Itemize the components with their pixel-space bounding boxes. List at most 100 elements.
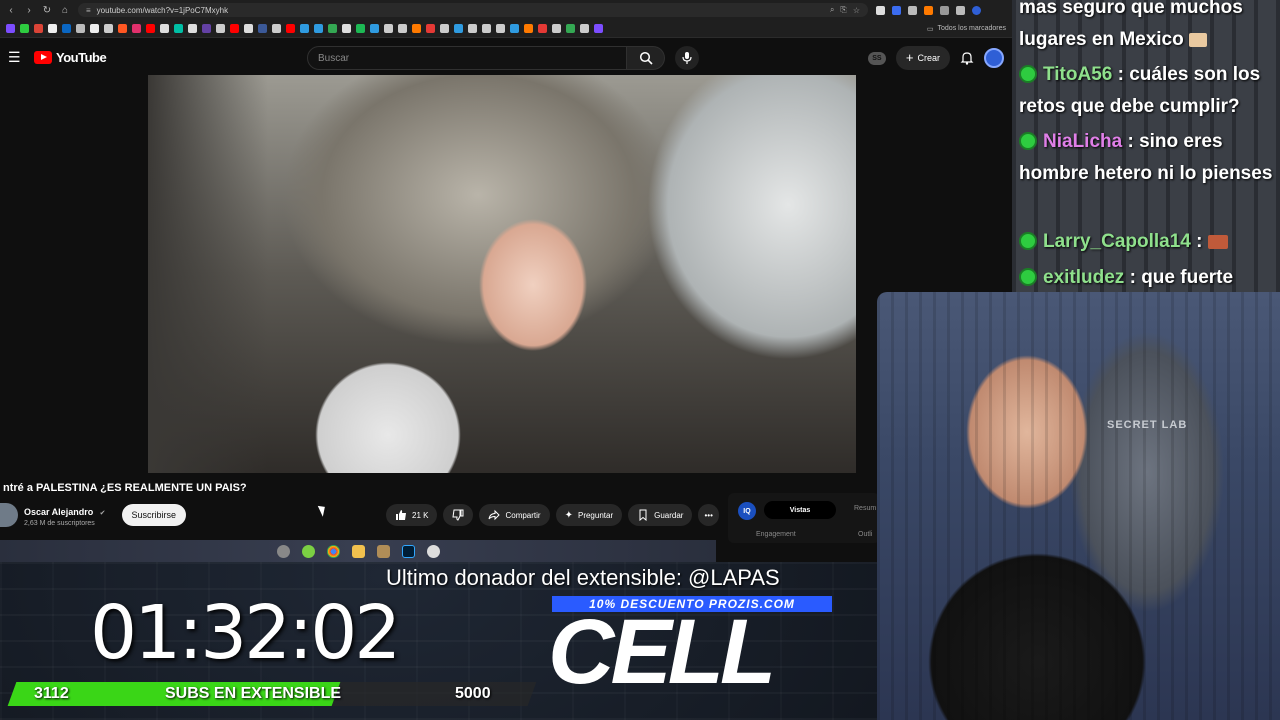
create-button[interactable]: + Crear <box>895 46 950 70</box>
subscribe-button[interactable]: Suscribirse <box>121 503 187 526</box>
file-explorer-icon[interactable] <box>351 544 365 558</box>
tab-vistas[interactable]: Vistas <box>764 501 836 519</box>
bookmark-icon[interactable] <box>538 24 547 33</box>
folder-icon: ▭ <box>926 25 934 33</box>
hamburger-menu-icon[interactable]: ☰ <box>8 49 24 66</box>
video-title: ntré a PALESTINA ¿ES REALMENTE UN PAIS? <box>3 482 247 494</box>
bookmark-star-icon[interactable]: ☆ <box>853 6 860 15</box>
chrome-icon[interactable] <box>326 544 340 558</box>
bookmark-icon[interactable] <box>202 24 211 33</box>
bookmark-icon[interactable] <box>160 24 169 33</box>
notifications-bell-icon[interactable] <box>960 51 974 65</box>
search-input[interactable] <box>307 46 627 70</box>
bookmark-icon[interactable] <box>90 24 99 33</box>
profile-icon[interactable] <box>972 5 981 15</box>
youtube-logo[interactable]: YouTube <box>34 50 107 65</box>
taskbar-app-icon[interactable] <box>276 544 290 558</box>
bookmark-icon[interactable] <box>468 24 477 33</box>
extension-icon[interactable] <box>876 5 885 15</box>
bookmark-icon[interactable] <box>356 24 365 33</box>
bookmark-icon[interactable] <box>496 24 505 33</box>
video-frame-shading <box>148 75 268 473</box>
bookmark-icon[interactable] <box>188 24 197 33</box>
bookmark-icon[interactable] <box>412 24 421 33</box>
share-button[interactable]: Compartir <box>479 504 550 526</box>
ask-button[interactable]: ✦ Preguntar <box>555 504 623 526</box>
share-icon[interactable]: ⎘ <box>840 5 846 15</box>
save-button[interactable]: Guardar <box>628 504 693 526</box>
extension-icon[interactable] <box>908 5 917 15</box>
bookmark-icon[interactable] <box>174 24 183 33</box>
bookmark-icon[interactable] <box>440 24 449 33</box>
taskbar-app-icon[interactable] <box>376 544 390 558</box>
forward-icon[interactable]: › <box>24 5 34 16</box>
bookmarks-bar: ▭ Todos los marcadores <box>0 20 1012 38</box>
bookmark-icon[interactable] <box>454 24 463 33</box>
extension-icon[interactable] <box>924 5 933 15</box>
more-actions-button[interactable]: ••• <box>698 504 719 526</box>
all-bookmarks-folder[interactable]: ▭ Todos los marcadores <box>927 25 1006 33</box>
dislike-button[interactable] <box>443 504 474 526</box>
ss-badge[interactable]: SS <box>867 51 886 65</box>
channel-avatar[interactable] <box>0 502 18 527</box>
bookmark-icon[interactable] <box>426 24 435 33</box>
bookmark-icon[interactable] <box>314 24 323 33</box>
extension-icon[interactable] <box>940 5 949 15</box>
chat-username[interactable]: Larry_Capolla14 <box>1043 231 1191 252</box>
bookmark-icon[interactable] <box>594 24 603 33</box>
reload-icon[interactable]: ↻ <box>42 5 52 16</box>
bookmark-icon[interactable] <box>104 24 113 33</box>
bookmark-icon[interactable] <box>146 24 155 33</box>
bookmark-icon[interactable] <box>258 24 267 33</box>
bookmark-icon[interactable] <box>132 24 141 33</box>
bookmark-icon[interactable] <box>216 24 225 33</box>
like-button[interactable]: 21 K <box>386 504 438 526</box>
chat-username[interactable]: TitoA56 <box>1043 64 1112 85</box>
chair-brand-logo: SECRET LAB <box>1107 419 1188 431</box>
bookmark-icon[interactable] <box>62 24 71 33</box>
chat-username[interactable]: exitludez <box>1043 267 1124 288</box>
voice-search-button[interactable] <box>675 46 699 70</box>
bookmark-icon[interactable] <box>342 24 351 33</box>
taskbar-app-icon[interactable] <box>301 544 315 558</box>
bookmark-icon[interactable] <box>482 24 491 33</box>
site-info-icon[interactable]: ≡ <box>86 6 91 15</box>
bookmark-icon[interactable] <box>286 24 295 33</box>
photoshop-icon[interactable] <box>401 544 415 558</box>
bookmark-icon[interactable] <box>6 24 15 33</box>
bookmark-icon[interactable] <box>510 24 519 33</box>
iq-badge[interactable]: IQ <box>738 502 756 520</box>
bookmark-icon[interactable] <box>398 24 407 33</box>
header-actions: SS + Crear <box>867 46 1004 70</box>
channel-name[interactable]: Oscar Alejandro <box>24 507 93 517</box>
bookmark-icon[interactable] <box>370 24 379 33</box>
bookmark-icon[interactable] <box>118 24 127 33</box>
account-avatar[interactable] <box>984 48 1004 68</box>
chat-username[interactable]: NiaLicha <box>1043 131 1122 152</box>
share-arrow-icon <box>488 509 501 521</box>
bookmark-icon[interactable] <box>384 24 393 33</box>
back-icon[interactable]: ‹ <box>6 5 16 16</box>
bookmark-icon[interactable] <box>244 24 253 33</box>
taskbar-app-icon[interactable] <box>426 544 440 558</box>
bookmark-icon[interactable] <box>34 24 43 33</box>
extension-icon[interactable] <box>956 5 965 15</box>
bookmark-icon[interactable] <box>76 24 85 33</box>
bookmark-icon[interactable] <box>566 24 575 33</box>
zoom-icon[interactable]: ⌕ <box>830 5 834 15</box>
extension-icon[interactable] <box>892 5 901 15</box>
bookmark-icon[interactable] <box>552 24 561 33</box>
bookmark-icon[interactable] <box>300 24 309 33</box>
bookmark-icon[interactable] <box>272 24 281 33</box>
bookmark-icon[interactable] <box>48 24 57 33</box>
video-player[interactable] <box>148 75 856 473</box>
bookmark-icon[interactable] <box>580 24 589 33</box>
tab-resumen[interactable]: Resum <box>854 505 876 512</box>
bookmark-icon[interactable] <box>328 24 337 33</box>
bookmark-icon[interactable] <box>230 24 239 33</box>
bookmark-icon[interactable] <box>524 24 533 33</box>
address-bar[interactable]: ≡ youtube.com/watch?v=1jPoC7Mxyhk ⌕ ⎘ ☆ <box>78 3 868 17</box>
home-icon[interactable]: ⌂ <box>60 5 70 16</box>
search-button[interactable] <box>627 46 665 70</box>
bookmark-icon[interactable] <box>20 24 29 33</box>
